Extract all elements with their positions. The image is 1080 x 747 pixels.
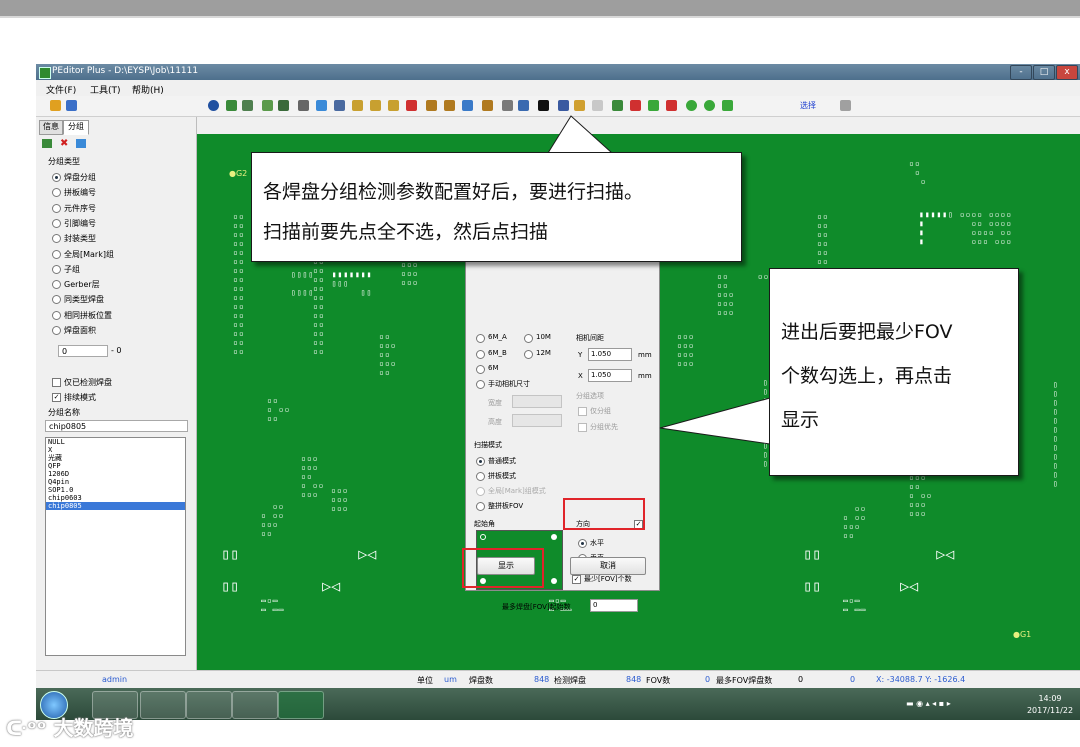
watermark-logo-icon: ᑢᵒᵒ [6, 716, 54, 740]
watermark-text: 大数跨境 [53, 716, 134, 740]
callout-right: 进出后要把最少FOV 个数勾选上，再点击 显示 [769, 268, 1019, 476]
callout-right-patch [770, 270, 771, 271]
callout-top: 各焊盘分组检测参数配置好后，要进行扫描。 扫描前要先点全不选，然后点扫描 [251, 152, 742, 262]
callout-right-line2: 个数勾选上，再点击 [781, 365, 953, 387]
watermark: ᑢᵒᵒ 大数跨境 [6, 712, 134, 741]
callout-right-line1: 进出后要把最少FOV [781, 321, 953, 343]
callout-right-line3: 显示 [781, 409, 820, 431]
callout-top-line2: 扫描前要先点全不选，然后点扫描 [263, 221, 549, 243]
callout-top-line1: 各焊盘分组检测参数配置好后，要进行扫描。 [263, 181, 644, 203]
